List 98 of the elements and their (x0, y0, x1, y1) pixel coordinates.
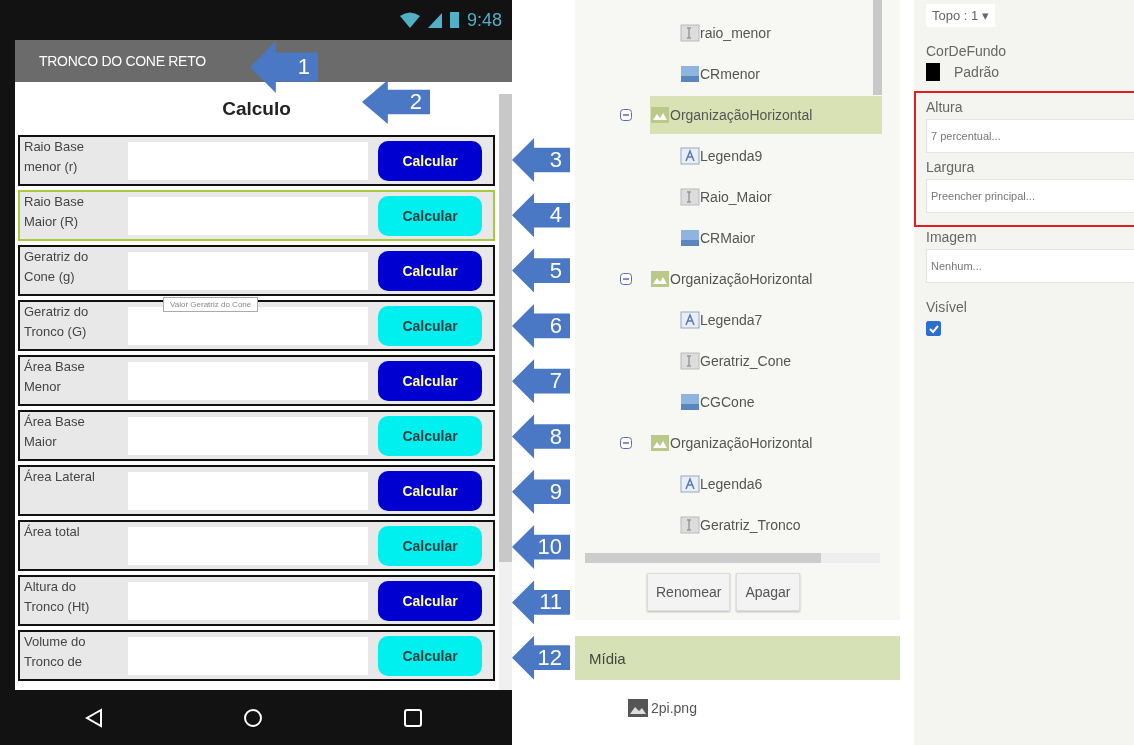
property-field[interactable]: Preencher principal... (926, 179, 1134, 213)
field-label: Raio Base Maior (R) (23, 193, 85, 231)
position-dropdown[interactable]: Topo : 1 ▾ (926, 4, 995, 27)
home-icon[interactable] (243, 707, 264, 728)
scrollbar[interactable] (873, 0, 882, 95)
label-icon (680, 145, 700, 166)
tree-item[interactable]: OrganizaçãoHorizontal (650, 423, 882, 462)
tree-item[interactable]: Legenda7 (575, 299, 900, 340)
tree-item[interactable]: Legenda6 (575, 463, 900, 504)
input-row[interactable]: Área Base Menor Calcular (18, 355, 495, 406)
visible-checkbox[interactable] (926, 321, 941, 336)
signal-icon (427, 12, 442, 28)
button-icon (680, 63, 700, 84)
textbox-icon (680, 22, 700, 43)
battery-icon (449, 12, 459, 28)
input-field[interactable] (128, 306, 368, 345)
collapse-icon[interactable] (620, 108, 632, 121)
button-icon (680, 391, 700, 412)
arrangement-icon (650, 432, 670, 453)
property-label: Largura (926, 159, 976, 175)
field-label: Área Base Maior (23, 413, 86, 451)
input-row[interactable]: Área Lateral Calcular (18, 465, 495, 516)
tree-item[interactable]: Legenda9 (575, 135, 900, 176)
calculate-button[interactable]: Calcular (378, 525, 482, 566)
input-row[interactable]: Raio Base Maior (R) Calcular (18, 190, 495, 241)
input-row[interactable]: Raio Base menor (r) Calcular (18, 135, 495, 186)
field-label: Geratriz do Cone (g) (23, 248, 90, 286)
recents-icon[interactable] (403, 708, 422, 727)
field-label: Altura do Tronco (Ht) (23, 578, 91, 616)
property-label: CorDeFundo (926, 43, 1007, 59)
back-icon[interactable] (85, 707, 104, 728)
calculate-button[interactable]: Calcular (378, 250, 482, 291)
input-row[interactable]: Área Base Maior Calcular (18, 410, 495, 461)
callout-marker: 11 (512, 580, 570, 625)
color-value: Padrão (954, 64, 1000, 80)
field-label: Geratriz do Tronco (G) (23, 303, 90, 341)
arrangement-icon (650, 268, 670, 289)
field-label: Raio Base menor (r) (23, 138, 85, 176)
calculate-button[interactable]: Calcular (378, 635, 482, 676)
field-label: Área Base Menor (23, 358, 86, 396)
tree-item[interactable]: CGCone (575, 381, 900, 422)
label-icon (680, 309, 700, 330)
button-icon (680, 227, 700, 248)
scrollbar[interactable] (585, 553, 880, 563)
textbox-icon (680, 514, 700, 535)
tree-item[interactable]: Geratriz_Cone (575, 340, 900, 381)
label-icon (680, 473, 700, 494)
image-icon (627, 698, 649, 718)
property-label: Imagem (926, 229, 977, 245)
textbox-icon (680, 350, 700, 371)
calculate-button[interactable]: Calcular (378, 470, 482, 511)
calculate-button[interactable]: Calcular (378, 305, 482, 346)
textbox-icon (680, 186, 700, 207)
property-label: Visível (926, 299, 967, 315)
property-label: Altura (926, 99, 964, 115)
field-label: Área Lateral (23, 468, 96, 486)
callout-marker: 4 (512, 193, 570, 238)
tree-item[interactable]: Geratriz_Tronco (575, 504, 900, 545)
callout-marker: 12 (512, 635, 570, 680)
status-time: 9:48 (466, 9, 502, 31)
calculate-button[interactable]: Calcular (378, 140, 482, 181)
calculate-button[interactable]: Calcular (378, 360, 482, 401)
heading: Calculo (222, 97, 291, 120)
input-row[interactable]: Área total Calcular (18, 520, 495, 571)
tree-item[interactable]: CRMaior (575, 217, 900, 258)
calculate-button[interactable]: Calcular (378, 415, 482, 456)
panel-button[interactable]: Renomear (647, 573, 731, 611)
app-title: TRONCO DO CONE RETO (39, 53, 206, 69)
field-label: Volume do Tronco de (23, 633, 87, 671)
tree-item[interactable]: OrganizaçãoHorizontal (650, 259, 882, 298)
color-swatch[interactable] (926, 63, 940, 81)
callout-marker: 8 (512, 414, 570, 459)
panel-button[interactable]: Apagar (736, 573, 800, 611)
panel-header: Mídia (575, 636, 900, 680)
callout-marker: 10 (512, 525, 570, 570)
input-row[interactable]: Geratriz do Cone (g) Calcular (18, 245, 495, 296)
collapse-icon[interactable] (620, 272, 632, 285)
media-item[interactable]: 2pi.png (575, 680, 900, 718)
field-label: Área total (23, 523, 81, 541)
callout-marker: 9 (512, 469, 570, 514)
tree-item[interactable]: OrganizaçãoHorizontal (650, 95, 882, 134)
callout-marker: 5 (512, 248, 570, 293)
property-field[interactable]: 7 percentual... (926, 119, 1134, 153)
wifi-icon (399, 12, 420, 28)
collapse-icon[interactable] (620, 436, 632, 449)
tree-item[interactable]: raio_menor (575, 12, 900, 53)
calculate-button[interactable]: Calcular (378, 195, 482, 236)
tree-item[interactable]: CRmenor (575, 53, 900, 94)
input-row[interactable]: Volume do Tronco de Calcular (18, 630, 495, 681)
callout-marker: 6 (512, 303, 570, 348)
arrangement-icon (650, 104, 670, 125)
tooltip: Valor Geratriz do Cone (163, 297, 259, 312)
property-field[interactable]: Nenhum... (926, 249, 1134, 283)
tree-item[interactable]: Raio_Maior (575, 176, 900, 217)
callout-marker: 3 (512, 138, 570, 182)
callout-marker: 7 (512, 359, 570, 404)
input-row[interactable]: Altura do Tronco (Ht) Calcular (18, 575, 495, 626)
calculate-button[interactable]: Calcular (378, 580, 482, 621)
